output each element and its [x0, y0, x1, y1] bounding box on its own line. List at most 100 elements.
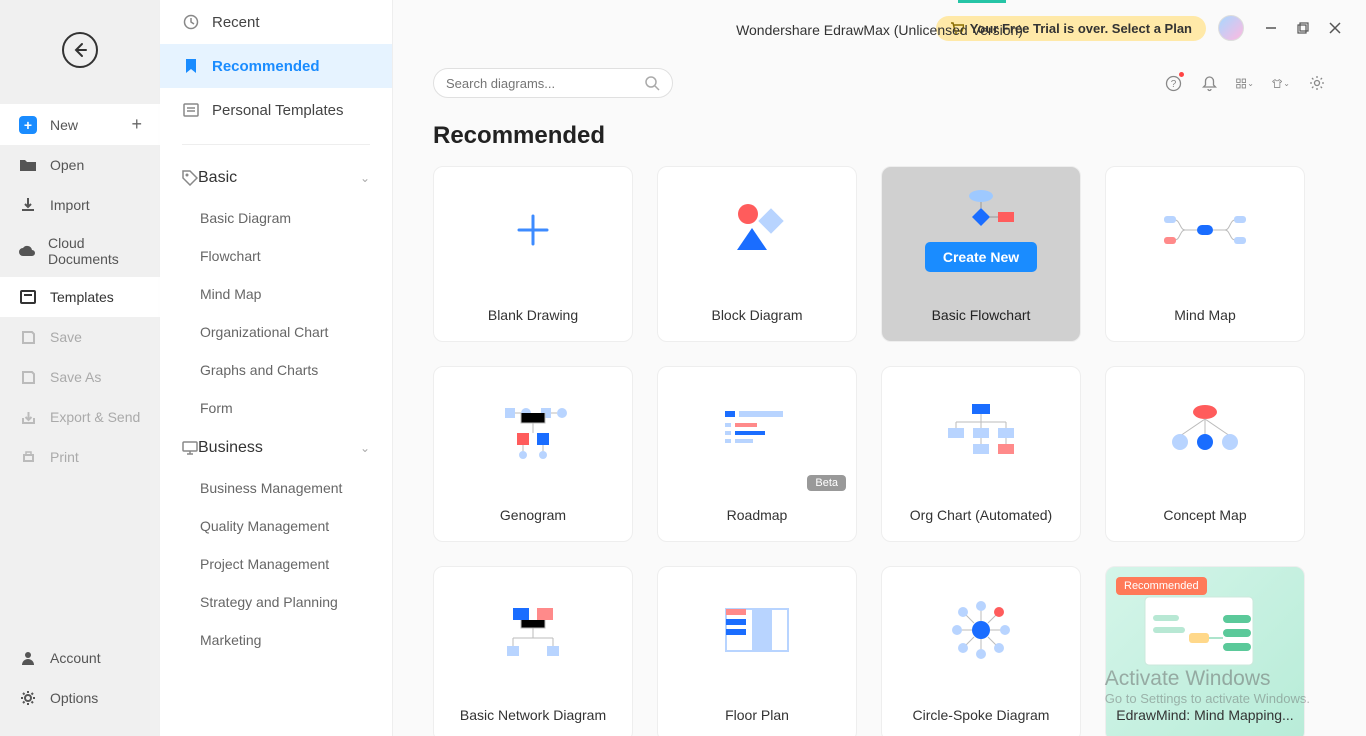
- card-label: EdrawMind: Mind Mapping...: [1106, 693, 1304, 736]
- category-quality-mgmt[interactable]: Quality Management: [160, 507, 392, 545]
- search-icon: [644, 75, 660, 91]
- category-recent[interactable]: Recent: [160, 0, 392, 44]
- left-sidebar: + New + Open Import Cloud Documents Temp…: [0, 0, 160, 736]
- sidebar-item-export: Export & Send: [0, 397, 160, 437]
- avatar[interactable]: [1218, 15, 1244, 41]
- category-group-label: Basic: [198, 169, 237, 187]
- template-card-edrawmind[interactable]: Recommended EdrawMind: Mind Mapping...: [1105, 566, 1305, 736]
- card-thumb: [658, 167, 856, 293]
- arrow-left-icon: [72, 42, 88, 58]
- sidebar-item-saveas: Save As: [0, 357, 160, 397]
- card-label: Concept Map: [1106, 493, 1304, 541]
- template-card-mindmap[interactable]: Mind Map: [1105, 166, 1305, 342]
- category-group-label: Business: [198, 439, 263, 457]
- search-box[interactable]: [433, 68, 673, 98]
- topbar: Wondershare EdrawMax (Unlicensed Version…: [393, 0, 1366, 56]
- tshirt-icon[interactable]: ⌄: [1272, 74, 1290, 92]
- category-form[interactable]: Form: [160, 389, 392, 427]
- export-icon: [18, 407, 38, 427]
- category-business-mgmt[interactable]: Business Management: [160, 469, 392, 507]
- plus-icon[interactable]: +: [131, 114, 142, 135]
- sidebar-label: Open: [50, 157, 84, 173]
- card-label: Basic Network Diagram: [434, 693, 632, 736]
- close-button[interactable]: [1320, 13, 1350, 43]
- category-basic-diagram[interactable]: Basic Diagram: [160, 199, 392, 237]
- sidebar-item-cloud[interactable]: Cloud Documents: [0, 225, 160, 277]
- print-icon: [18, 447, 38, 467]
- create-new-button[interactable]: Create New: [925, 242, 1037, 272]
- list-icon: [182, 101, 200, 119]
- sidebar-label: Save: [50, 329, 82, 345]
- sidebar-label: Save As: [50, 369, 101, 385]
- settings-icon[interactable]: [1308, 74, 1326, 92]
- card-label: Genogram: [434, 493, 632, 541]
- category-marketing[interactable]: Marketing: [160, 621, 392, 659]
- template-card-circlespoke[interactable]: Circle-Spoke Diagram: [881, 566, 1081, 736]
- sidebar-item-account[interactable]: Account: [0, 638, 160, 678]
- card-label: Circle-Spoke Diagram: [882, 693, 1080, 736]
- chevron-down-icon: ⌄: [360, 441, 370, 455]
- search-input[interactable]: [446, 76, 644, 91]
- card-label: Block Diagram: [658, 293, 856, 341]
- plus-square-icon: +: [19, 116, 37, 134]
- template-card-orgchart[interactable]: Org Chart (Automated): [881, 366, 1081, 542]
- category-mindmap[interactable]: Mind Map: [160, 275, 392, 313]
- template-card-block[interactable]: Block Diagram: [657, 166, 857, 342]
- folder-icon: [18, 155, 38, 175]
- card-thumb: [882, 367, 1080, 493]
- sidebar-label: Import: [50, 197, 90, 213]
- sidebar-label: New: [50, 117, 78, 133]
- card-thumb: [434, 367, 632, 493]
- category-personal[interactable]: Personal Templates: [160, 88, 392, 132]
- beta-badge: Beta: [807, 475, 846, 491]
- category-strategy[interactable]: Strategy and Planning: [160, 583, 392, 621]
- sidebar-label: Print: [50, 449, 79, 465]
- template-card-roadmap[interactable]: Beta Roadmap: [657, 366, 857, 542]
- back-button[interactable]: [62, 32, 98, 68]
- tab-indicator: [958, 0, 1006, 3]
- category-group-business[interactable]: Business ⌄: [160, 427, 392, 469]
- category-recommended[interactable]: Recommended: [160, 44, 392, 88]
- account-icon: [18, 648, 38, 668]
- app-title: Wondershare EdrawMax (Unlicensed Version…: [736, 22, 1023, 38]
- template-grid: Blank Drawing Block Diagram Create New B…: [393, 166, 1366, 736]
- sidebar-item-templates[interactable]: Templates: [0, 277, 160, 317]
- category-graphs[interactable]: Graphs and Charts: [160, 351, 392, 389]
- sidebar-item-import[interactable]: Import: [0, 185, 160, 225]
- template-card-conceptmap[interactable]: Concept Map: [1105, 366, 1305, 542]
- sidebar-label: Cloud Documents: [48, 235, 142, 267]
- svg-text:?: ?: [1170, 79, 1176, 90]
- apps-icon[interactable]: ⌄: [1236, 74, 1254, 92]
- card-thumb: [658, 567, 856, 693]
- card-thumb: [882, 567, 1080, 693]
- card-label: Basic Flowchart: [882, 293, 1080, 341]
- template-card-floorplan[interactable]: Floor Plan: [657, 566, 857, 736]
- card-label: Mind Map: [1106, 293, 1304, 341]
- template-card-genogram[interactable]: Genogram: [433, 366, 633, 542]
- category-group-basic[interactable]: Basic ⌄: [160, 157, 392, 199]
- minimize-button[interactable]: [1256, 13, 1286, 43]
- sidebar-item-open[interactable]: Open: [0, 145, 160, 185]
- card-label: Floor Plan: [658, 693, 856, 736]
- category-project-mgmt[interactable]: Project Management: [160, 545, 392, 583]
- template-card-blank[interactable]: Blank Drawing: [433, 166, 633, 342]
- card-thumb: [434, 167, 632, 293]
- card-label: Roadmap: [658, 493, 856, 541]
- section-title: Recommended: [393, 98, 1366, 166]
- card-thumb: [1106, 167, 1304, 293]
- template-card-flowchart[interactable]: Create New Basic Flowchart: [881, 166, 1081, 342]
- sidebar-item-options[interactable]: Options: [0, 678, 160, 718]
- bell-icon[interactable]: [1200, 74, 1218, 92]
- import-icon: [18, 195, 38, 215]
- category-flowchart[interactable]: Flowchart: [160, 237, 392, 275]
- category-label: Personal Templates: [212, 102, 343, 119]
- template-card-network[interactable]: Basic Network Diagram: [433, 566, 633, 736]
- category-orgchart[interactable]: Organizational Chart: [160, 313, 392, 351]
- help-icon[interactable]: ?: [1164, 74, 1182, 92]
- presentation-icon: [182, 441, 198, 455]
- chevron-down-icon: ⌄: [360, 171, 370, 185]
- sidebar-item-new[interactable]: + New +: [0, 104, 160, 145]
- category-label: Recent: [212, 14, 260, 31]
- maximize-button[interactable]: [1288, 13, 1318, 43]
- saveas-icon: [18, 367, 38, 387]
